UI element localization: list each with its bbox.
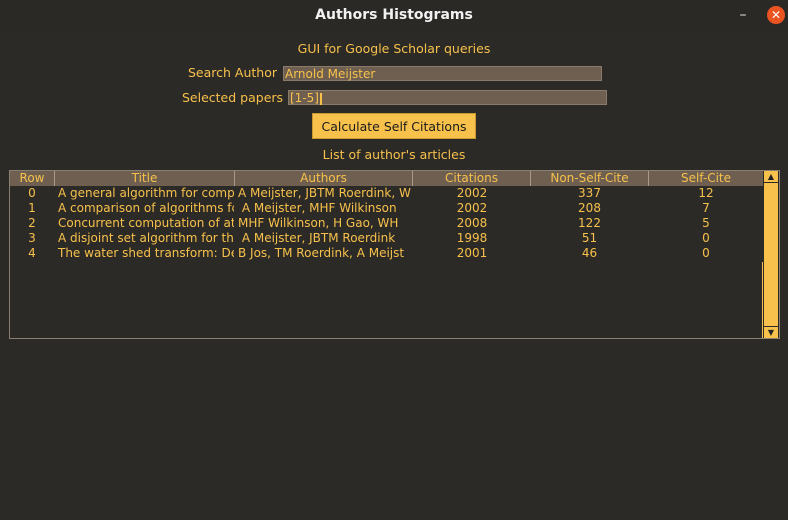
table-row-4-citations[interactable]: 2001 xyxy=(414,246,530,261)
column-header-citations[interactable]: Citations xyxy=(413,171,531,186)
table-row-1-title[interactable]: A comparison of algorithms fc xyxy=(56,201,234,216)
table-row-0-title[interactable]: A general algorithm for compu xyxy=(56,186,234,201)
scrollbar-thumb[interactable] xyxy=(764,183,778,326)
text-caret xyxy=(319,92,322,105)
scrollbar-edge xyxy=(762,262,763,338)
table-row-4-row[interactable]: 4 xyxy=(10,246,54,261)
table-row-4-authors[interactable]: B Jos, TM Roerdink, A Meijst xyxy=(236,246,412,261)
table-row-2-authors[interactable]: MHF Wilkinson, H Gao, WH xyxy=(236,216,412,231)
table-row-4-self-cite[interactable]: 0 xyxy=(649,246,763,261)
table-row-2-citations[interactable]: 2008 xyxy=(414,216,530,231)
table-row-0-citations[interactable]: 2002 xyxy=(414,186,530,201)
table-row-0-authors[interactable]: A Meijster, JBTM Roerdink, W xyxy=(236,186,412,201)
table-row-3-citations[interactable]: 1998 xyxy=(414,231,530,246)
close-icon[interactable]: ✕ xyxy=(767,6,785,24)
table-row-3-non-self-cite[interactable]: 51 xyxy=(531,231,648,246)
title-bar: Authors Histograms – ✕ xyxy=(0,0,788,32)
subtitle: GUI for Google Scholar queries xyxy=(297,41,491,56)
table-row-4-title[interactable]: The water shed transform: De xyxy=(56,246,234,261)
table-row-1-authors[interactable]: A Meijster, MHF Wilkinson xyxy=(236,201,412,216)
column-header-non-self-cite[interactable]: Non-Self-Cite xyxy=(531,171,649,186)
table-row-1-self-cite[interactable]: 7 xyxy=(649,201,763,216)
table-row-1-citations[interactable]: 2002 xyxy=(414,201,530,216)
table-row-0-non-self-cite[interactable]: 337 xyxy=(531,186,648,201)
table-row-4-non-self-cite[interactable]: 46 xyxy=(531,246,648,261)
column-header-title[interactable]: Title xyxy=(55,171,235,186)
table-row-3-row[interactable]: 3 xyxy=(10,231,54,246)
scroll-up-arrow-icon[interactable]: ▲ xyxy=(764,171,778,182)
list-caption: List of author's articles xyxy=(322,147,466,162)
selected-papers-value: [1-5] xyxy=(290,91,319,105)
table-row-3-self-cite[interactable]: 0 xyxy=(649,231,763,246)
selected-papers-input[interactable]: [1-5] xyxy=(288,90,607,105)
table-row-2-row[interactable]: 2 xyxy=(10,216,54,231)
table-row-1-row[interactable]: 1 xyxy=(10,201,54,216)
table-row-0-row[interactable]: 0 xyxy=(10,186,54,201)
table-row-2-self-cite[interactable]: 5 xyxy=(649,216,763,231)
column-header-row[interactable]: Row xyxy=(10,171,55,186)
minimize-icon[interactable]: – xyxy=(734,6,752,24)
table-row-2-non-self-cite[interactable]: 122 xyxy=(531,216,648,231)
search-author-input[interactable]: Arnold Meijster xyxy=(283,66,602,81)
column-header-authors[interactable]: Authors xyxy=(235,171,413,186)
table-row-3-title[interactable]: A disjoint set algorithm for the xyxy=(56,231,234,246)
window-title: Authors Histograms xyxy=(315,7,473,23)
selected-papers-label: Selected papers xyxy=(182,90,284,105)
table-row-3-authors[interactable]: A Meijster, JBTM Roerdink xyxy=(236,231,412,246)
table-row-2-title[interactable]: Concurrent computation of att xyxy=(56,216,234,231)
column-header-self-cite[interactable]: Self-Cite xyxy=(649,171,763,186)
scroll-down-arrow-icon[interactable]: ▼ xyxy=(764,327,778,338)
calculate-self-citations-button[interactable]: Calculate Self Citations xyxy=(312,113,476,139)
table-row-1-non-self-cite[interactable]: 208 xyxy=(531,201,648,216)
table-row-0-self-cite[interactable]: 12 xyxy=(649,186,763,201)
search-author-label: Search Author xyxy=(188,65,278,80)
